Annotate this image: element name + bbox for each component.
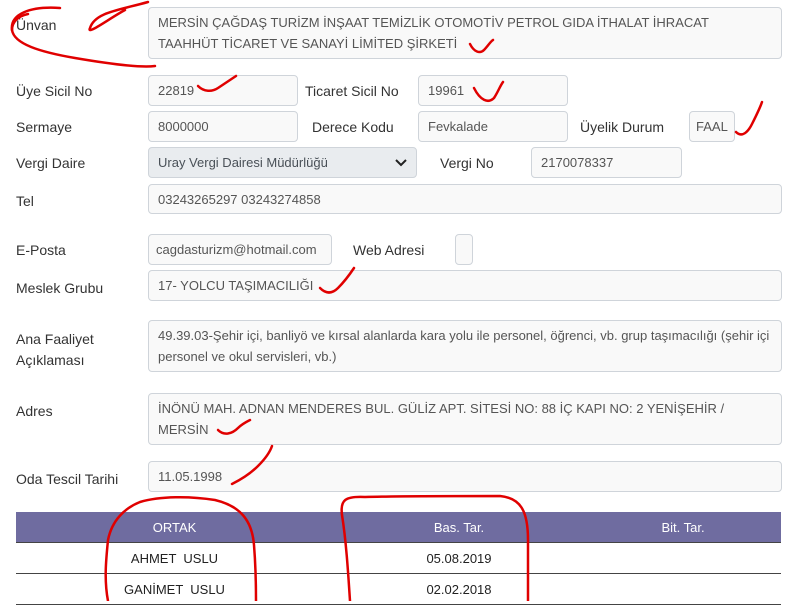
- vergi-no-value: 2170078337: [541, 155, 614, 170]
- ticaret-sicil-field[interactable]: 19961: [418, 75, 568, 106]
- unvan-label: Ünvan: [16, 17, 57, 33]
- tel-value: 03243265297 03243274858: [158, 191, 321, 207]
- vergi-no-label: Vergi No: [440, 155, 494, 171]
- unvan-field[interactable]: MERSİN ÇAĞDAŞ TURİZM İNŞAAT TEMİZLİK OTO…: [148, 7, 782, 59]
- derece-kodu-label: Derece Kodu: [312, 119, 394, 135]
- partner-name-cell: AHMET USLU: [16, 542, 333, 574]
- tel-field[interactable]: 03243265297 03243274858: [148, 184, 782, 214]
- start-date-cell: 05.08.2019: [333, 542, 585, 574]
- annotation-circle-unvan: [10, 0, 157, 68]
- uye-sicil-label: Üye Sicil No: [16, 83, 93, 99]
- adres-label: Adres: [16, 403, 53, 419]
- end-date-cell: [585, 573, 781, 605]
- annotation-check-faal: [734, 100, 764, 136]
- derece-kodu-field[interactable]: Fevkalade: [418, 111, 568, 142]
- unvan-value: MERSİN ÇAĞDAŞ TURİZM İNŞAAT TEMİZLİK OTO…: [158, 15, 709, 51]
- derece-kodu-value: Fevkalade: [428, 119, 488, 134]
- meslek-grubu-value: 17- YOLCU TAŞIMACILIĞI: [158, 278, 314, 293]
- faaliyet-label-line2: Açıklaması: [16, 352, 85, 368]
- uye-sicil-field[interactable]: 22819: [148, 75, 298, 106]
- eposta-field[interactable]: cagdasturizm@hotmail.com: [148, 234, 332, 265]
- column-header-bit-tar: Bit. Tar.: [585, 512, 781, 543]
- end-date-cell: [585, 542, 781, 574]
- vergi-daire-label: Vergi Daire: [16, 155, 86, 171]
- meslek-grubu-field[interactable]: 17- YOLCU TAŞIMACILIĞI: [148, 270, 782, 301]
- adres-value: İNÖNÜ MAH. ADNAN MENDERES BUL. GÜLİZ APT…: [158, 401, 725, 437]
- ticaret-sicil-label: Ticaret Sicil No: [305, 83, 399, 99]
- table-header-row: ORTAK Bas. Tar. Bit. Tar.: [16, 512, 781, 543]
- faaliyet-value: 49.39.03-Şehir içi, banliyö ve kırsal al…: [158, 328, 770, 364]
- table-row: GANİMET USLU 02.02.2018: [16, 573, 781, 605]
- vergi-daire-value: Uray Vergi Dairesi Müdürlüğü: [158, 155, 328, 170]
- column-header-bas-tar: Bas. Tar.: [333, 512, 585, 543]
- oda-tescil-value: 11.05.1998: [158, 469, 223, 484]
- table-row: AHMET USLU 05.08.2019: [16, 542, 781, 574]
- faaliyet-field[interactable]: 49.39.03-Şehir içi, banliyö ve kırsal al…: [148, 320, 782, 372]
- uye-sicil-value: 22819: [158, 83, 195, 98]
- oda-tescil-label: Oda Tescil Tarihi: [16, 471, 119, 487]
- sermaye-label: Sermaye: [16, 119, 73, 135]
- uyelik-durum-value: FAAL: [696, 119, 728, 134]
- uyelik-durum-label: Üyelik Durum: [580, 119, 665, 135]
- column-header-ortak: ORTAK: [16, 512, 333, 543]
- sermaye-value: 8000000: [158, 119, 209, 134]
- vergi-no-field[interactable]: 2170078337: [531, 147, 682, 178]
- web-adresi-field[interactable]: [455, 234, 473, 265]
- adres-field[interactable]: İNÖNÜ MAH. ADNAN MENDERES BUL. GÜLİZ APT…: [148, 393, 782, 445]
- ticaret-sicil-value: 19961: [428, 83, 465, 98]
- chevron-down-icon: [395, 155, 407, 170]
- tel-label: Tel: [16, 193, 34, 209]
- web-adresi-label: Web Adresi: [353, 242, 425, 258]
- partner-name-cell: GANİMET USLU: [16, 573, 333, 605]
- eposta-label: E-Posta: [16, 242, 66, 258]
- start-date-cell: 02.02.2018: [333, 573, 585, 605]
- eposta-value: cagdasturizm@hotmail.com: [156, 242, 317, 257]
- vergi-daire-select[interactable]: Uray Vergi Dairesi Müdürlüğü: [148, 147, 417, 178]
- sermaye-field[interactable]: 8000000: [148, 111, 298, 142]
- oda-tescil-field[interactable]: 11.05.1998: [148, 461, 782, 492]
- meslek-grubu-label: Meslek Grubu: [16, 280, 104, 296]
- faaliyet-label-line1: Ana Faaliyet: [16, 331, 94, 347]
- uyelik-durum-field[interactable]: FAAL: [689, 111, 735, 142]
- partners-table: ORTAK Bas. Tar. Bit. Tar. AHMET USLU 05.…: [16, 512, 781, 605]
